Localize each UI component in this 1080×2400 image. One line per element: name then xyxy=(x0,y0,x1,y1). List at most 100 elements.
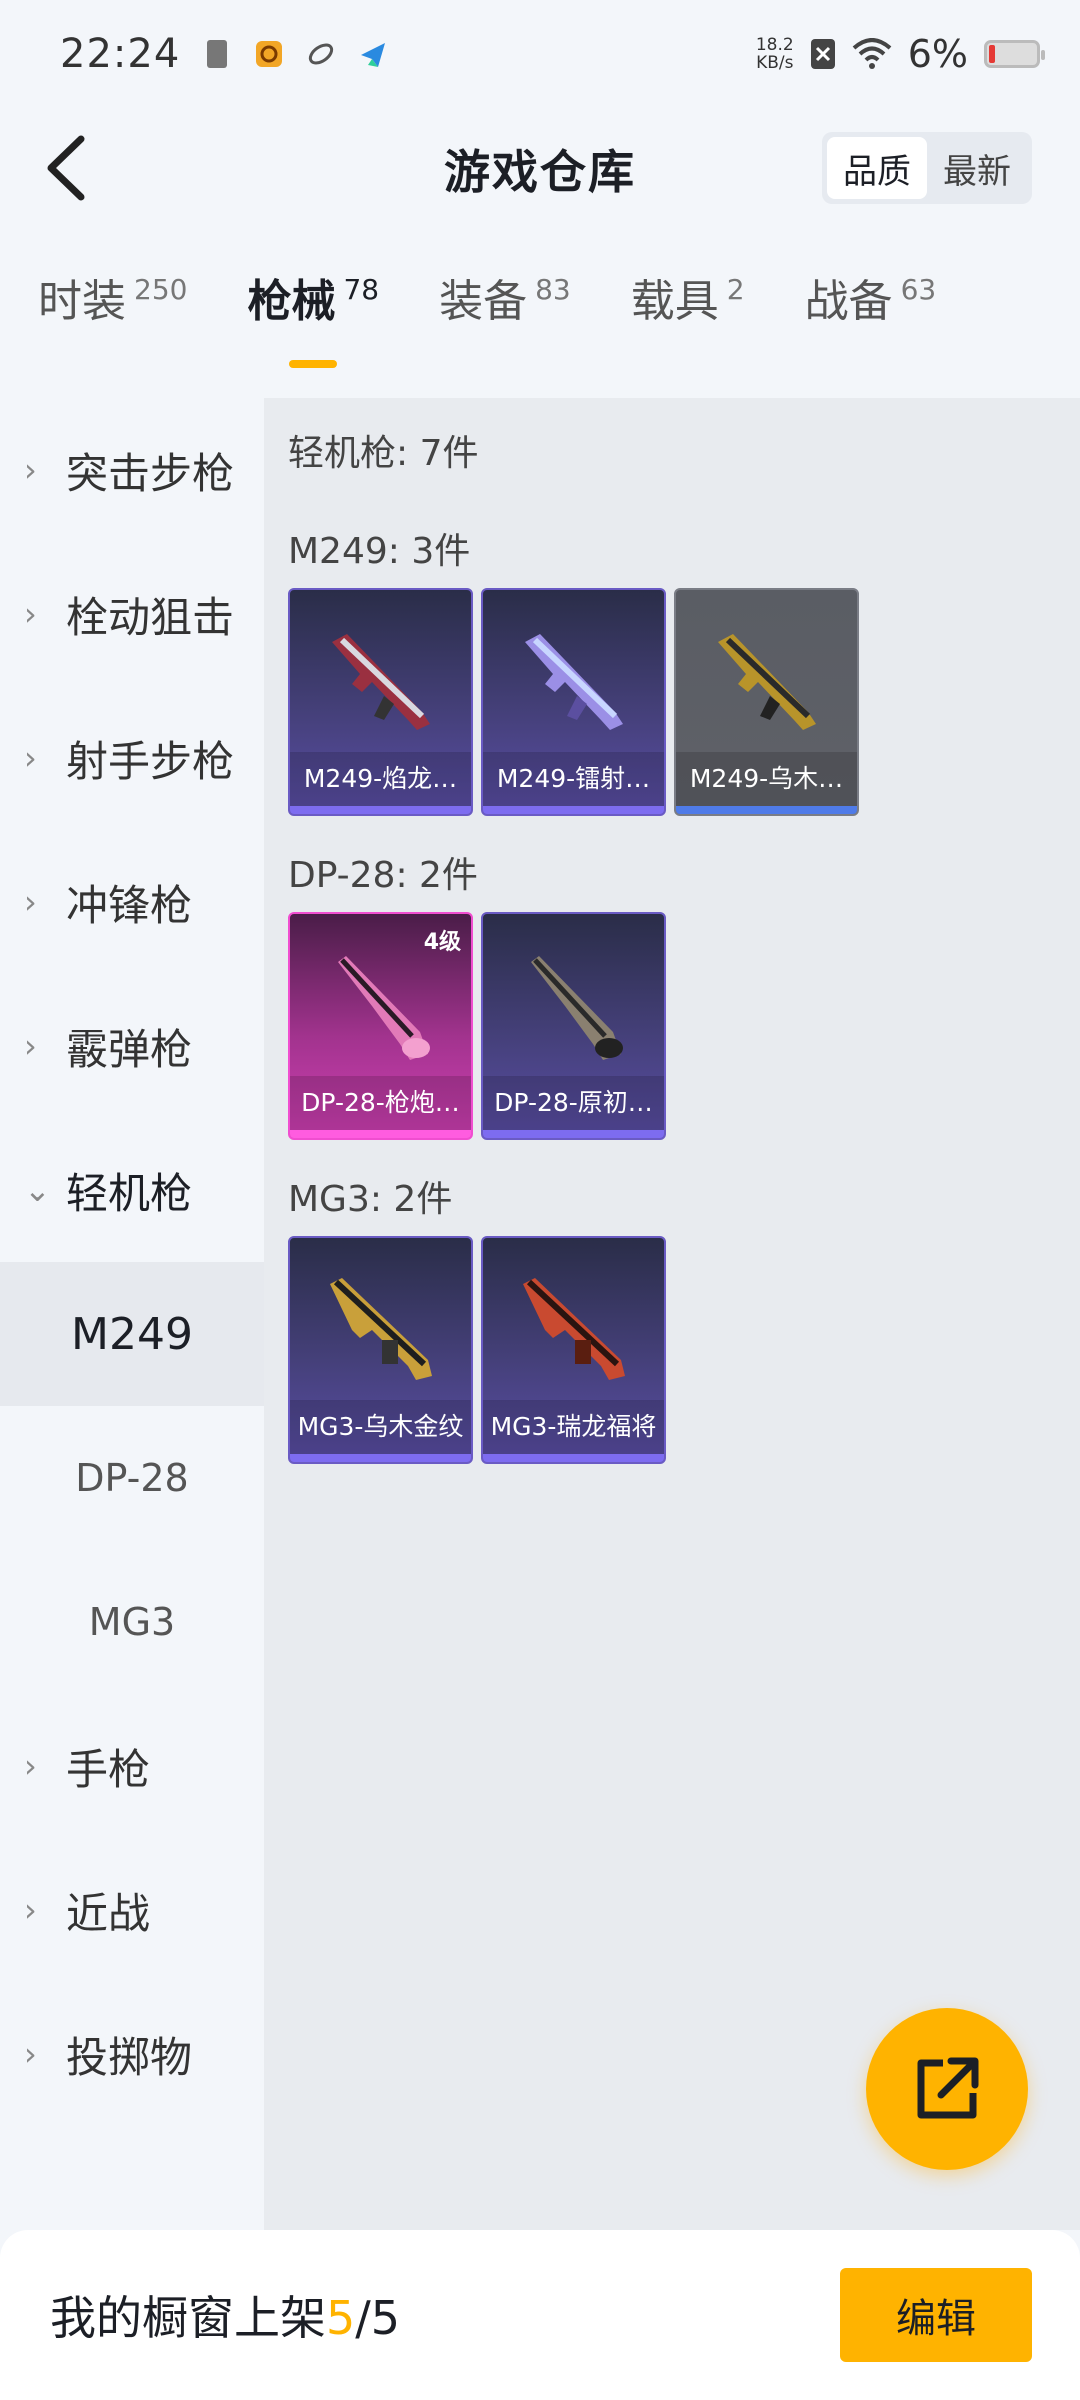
weapon-image xyxy=(338,956,430,1060)
sidebar-item-marksman-rifle[interactable]: › 射手步枪 xyxy=(0,686,264,830)
chevron-right-icon: › xyxy=(24,739,37,777)
showcase-total: 5 xyxy=(370,2291,401,2345)
sidebar-item-label: 轻机枪 xyxy=(66,1168,193,1218)
rarity-bar xyxy=(290,1454,471,1462)
sidebar-item-label: 突击步枪 xyxy=(66,448,235,498)
sidebar-item-label: 近战 xyxy=(66,1888,151,1938)
item-name: M249-镭射… xyxy=(483,752,664,806)
app-icon xyxy=(256,41,283,67)
items-row-mg3: MG3-乌木金纹 MG3-瑞龙福将 xyxy=(288,1236,666,1464)
loop-icon xyxy=(309,43,334,65)
chevron-right-icon: › xyxy=(24,595,37,633)
showcase-status: 我的橱窗上架5/5 xyxy=(50,2282,400,2348)
sidebar-item-pistol[interactable]: › 手枪 xyxy=(0,1694,264,1838)
sidebar-item-throwables[interactable]: › 投掷物 xyxy=(0,1982,264,2126)
page-title: 游戏仓库 xyxy=(444,145,636,199)
sidebar-sub-mg3[interactable]: MG3 xyxy=(0,1550,264,1694)
sidebar-item-smg[interactable]: › 冲锋枪 xyxy=(0,830,264,974)
edit-button[interactable]: 编辑 xyxy=(840,2268,1032,2362)
section-title-mg3: MG3: 2件 xyxy=(288,1179,453,1220)
tab-equipment[interactable]: 装备 83 xyxy=(439,270,571,370)
item-card[interactable]: DP-28-原初… xyxy=(481,912,666,1140)
item-card[interactable]: MG3-瑞龙福将 xyxy=(481,1236,666,1464)
sort-newest-option[interactable]: 最新 xyxy=(927,137,1027,199)
items-row-dp28: 4级 DP-28-枪炮… DP-28-原初… xyxy=(288,912,666,1140)
tab-vehicles[interactable]: 载具 2 xyxy=(631,270,745,370)
rarity-bar xyxy=(290,1130,471,1138)
sidebar-item-label: 手枪 xyxy=(66,1744,151,1794)
sidebar-item-lmg[interactable]: ⌄ 轻机枪 xyxy=(0,1118,264,1262)
sidebar: › 突击步枪 › 栓动狙击 › 射手步枪 › 冲锋枪 › 霰弹枪 ⌄ 轻机枪 M249 DP… xyxy=(0,398,264,2230)
tab-underline xyxy=(289,360,338,368)
sidebar-item-bolt-sniper[interactable]: › 栓动狙击 xyxy=(0,542,264,686)
sidebar-sub-m249[interactable]: M249 xyxy=(0,1262,264,1406)
sort-quality-option[interactable]: 品质 xyxy=(827,137,927,199)
tab-count: 2 xyxy=(726,273,745,306)
item-name: MG3-瑞龙福将 xyxy=(483,1400,664,1454)
sidebar-sub-dp28[interactable]: DP-28 xyxy=(0,1406,264,1550)
tab-label: 装备 xyxy=(439,276,528,327)
tab-count: 250 xyxy=(134,273,188,306)
paper-plane-icon xyxy=(361,43,386,67)
item-name: M249-焰龙… xyxy=(290,752,471,806)
chevron-right-icon: › xyxy=(24,451,37,489)
chevron-right-icon: › xyxy=(24,883,37,921)
items-row-m249: M249-焰龙… M249-镭射… M249-乌木… xyxy=(288,588,859,816)
battery-percent: 6% xyxy=(907,32,968,76)
item-name: MG3-乌木金纹 xyxy=(290,1400,471,1454)
tab-gear[interactable]: 战备 63 xyxy=(805,270,937,370)
showcase-separator: / xyxy=(355,2291,371,2345)
share-external-icon xyxy=(917,2057,979,2119)
sidebar-item-label: 栓动狙击 xyxy=(66,592,235,642)
tab-label: 战备 xyxy=(804,276,893,327)
chevron-right-icon: › xyxy=(24,1747,37,1785)
tab-firearms[interactable]: 枪械 78 xyxy=(247,270,379,370)
item-card[interactable]: MG3-乌木金纹 xyxy=(288,1236,473,1464)
item-card[interactable]: M249-乌木… xyxy=(674,588,859,816)
section-title-dp28: DP-28: 2件 xyxy=(288,855,478,896)
item-name: DP-28-原初… xyxy=(483,1076,664,1130)
status-bar: 22:24 18.2 KB/s 6% xyxy=(0,0,1080,108)
group-title: 轻机枪: 7件 xyxy=(288,433,479,474)
sort-toggle[interactable]: 品质 最新 xyxy=(822,132,1032,204)
status-left: 22:24 xyxy=(60,31,388,77)
sidebar-item-shotgun[interactable]: › 霰弹枪 xyxy=(0,974,264,1118)
sim-icon xyxy=(207,40,228,68)
tab-count: 83 xyxy=(535,273,571,306)
battery-icon xyxy=(984,40,1045,68)
x-icon xyxy=(810,39,835,69)
tab-label: 枪械 xyxy=(247,276,336,327)
category-tabs: 时装 250 枪械 78 装备 83 载具 2 战备 63 xyxy=(0,270,1080,380)
share-fab[interactable] xyxy=(866,2008,1028,2170)
chevron-down-icon: ⌄ xyxy=(24,1171,51,1209)
item-name: M249-乌木… xyxy=(676,752,857,806)
sidebar-item-label: 冲锋枪 xyxy=(66,880,193,930)
chevron-right-icon: › xyxy=(24,1027,37,1065)
tab-outfits[interactable]: 时装 250 xyxy=(38,270,187,370)
net-speed-unit: KB/s xyxy=(756,53,794,73)
chevron-right-icon: › xyxy=(24,1891,37,1929)
back-button[interactable] xyxy=(26,128,106,208)
item-card[interactable]: M249-焰龙… xyxy=(288,588,473,816)
rarity-bar xyxy=(483,806,664,814)
sidebar-item-assault-rifle[interactable]: › 突击步枪 xyxy=(0,398,264,542)
item-card[interactable]: 4级 DP-28-枪炮… xyxy=(288,912,473,1140)
header: 游戏仓库 品质 最新 xyxy=(0,108,1080,230)
weapon-image xyxy=(525,634,623,730)
showcase-bar: 我的橱窗上架5/5 编辑 xyxy=(0,2230,1080,2400)
rarity-bar xyxy=(483,1130,664,1138)
back-arrow-icon xyxy=(47,135,85,201)
sidebar-item-melee[interactable]: › 近战 xyxy=(0,1838,264,1982)
weapon-image xyxy=(332,634,430,730)
sidebar-item-label: 投掷物 xyxy=(66,2032,193,2082)
weapon-image xyxy=(330,1278,432,1380)
showcase-label: 我的橱窗上架 xyxy=(50,2291,326,2345)
weapon-image xyxy=(523,1278,625,1380)
chevron-right-icon: › xyxy=(24,2035,37,2073)
rarity-bar xyxy=(483,1454,664,1462)
item-name: DP-28-枪炮… xyxy=(290,1076,471,1130)
net-speed: 18.2 KB/s xyxy=(756,36,794,72)
item-card[interactable]: M249-镭射… xyxy=(481,588,666,816)
sidebar-item-label: 霰弹枪 xyxy=(66,1024,193,1074)
rarity-bar xyxy=(290,806,471,814)
